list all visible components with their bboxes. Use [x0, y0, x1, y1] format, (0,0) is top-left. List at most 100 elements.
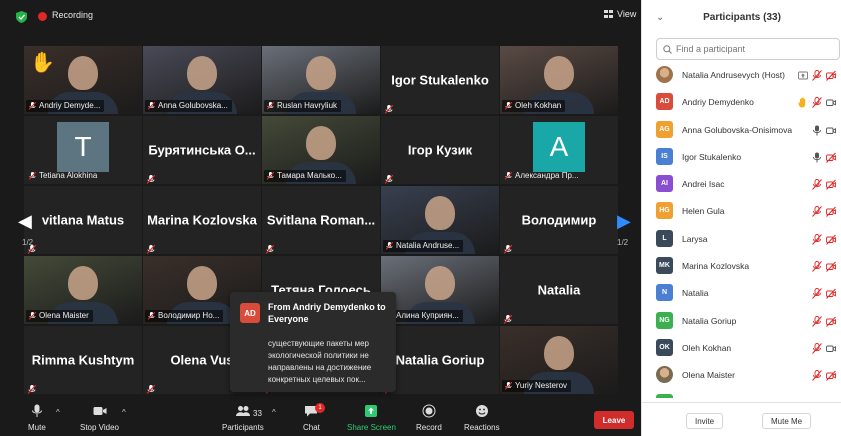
muted-mic-icon: [146, 381, 156, 394]
participant-label: Andriy Demyde...: [26, 100, 105, 112]
chat-message-preview: существующие пакеты мер экологической по…: [268, 339, 372, 384]
participant-row[interactable]: AD Andriy Demydenko: [642, 89, 841, 116]
participant-tile[interactable]: vitlana Matus: [24, 186, 142, 254]
participant-row[interactable]: OH: [642, 390, 841, 398]
recording-dot-icon: [38, 12, 47, 21]
participant-letter-avatar: A: [533, 122, 585, 172]
participant-label: Тамара Малько...: [264, 170, 346, 182]
participant-tile[interactable]: Svitlana Roman...: [262, 186, 380, 254]
participant-search-box[interactable]: [656, 38, 840, 60]
video-off-icon: [826, 396, 836, 398]
video-off-icon: [826, 232, 836, 250]
participant-status-icons: [812, 232, 836, 250]
mute-button[interactable]: Mute: [28, 404, 46, 432]
participant-tile[interactable]: Володимир: [500, 186, 618, 254]
participant-silhouette: [544, 56, 574, 90]
participant-tile[interactable]: Ruslan Havryliuk: [262, 46, 380, 114]
participant-tile[interactable]: Marina Kozlovska: [143, 186, 261, 254]
participant-tile[interactable]: Natalia Goriup: [381, 326, 499, 394]
muted-mic-icon: [28, 171, 37, 180]
mic-muted-icon: [812, 341, 822, 359]
participant-tile[interactable]: Алина Куприян...: [381, 256, 499, 324]
video-off-icon: [826, 259, 836, 277]
participant-initials-avatar: AG: [656, 120, 673, 138]
participant-row[interactable]: IS Igor Stukalenko: [642, 144, 841, 171]
participant-name: Володимир: [521, 212, 597, 228]
chat-label: Chat: [303, 423, 320, 432]
share-screen-button[interactable]: Share Screen: [347, 404, 396, 432]
video-off-icon: [826, 150, 836, 168]
participant-tile[interactable]: Igor Stukalenko: [381, 46, 499, 114]
prev-page-arrow-icon[interactable]: ◀: [18, 211, 32, 232]
muted-mic-icon: [385, 241, 394, 250]
participant-tile[interactable]: ✋ Andriy Demyde...: [24, 46, 142, 114]
mute-me-button[interactable]: Mute Me: [762, 413, 812, 429]
video-options-caret-icon[interactable]: ^: [122, 408, 126, 417]
participant-tile[interactable]: Rimma Kushtym: [24, 326, 142, 394]
shield-icon[interactable]: [16, 11, 27, 23]
participant-row-name: Natalia Andrusevych (Host): [682, 70, 785, 80]
recording-label: Recording: [52, 10, 94, 20]
view-button[interactable]: View: [604, 9, 636, 19]
participant-tile[interactable]: T Tetiana Alokhina: [24, 116, 142, 184]
participant-silhouette: [306, 56, 336, 90]
participant-tile[interactable]: Anna Golubovska...: [143, 46, 261, 114]
muted-mic-icon: [384, 101, 394, 114]
next-page-arrow-icon[interactable]: ▶: [617, 211, 631, 232]
chat-notification[interactable]: AD From Andriy Demydenko to Everyone сущ…: [230, 292, 396, 392]
leave-button[interactable]: Leave: [594, 411, 634, 429]
participant-silhouette: [544, 336, 574, 370]
mic-muted-icon: [812, 68, 822, 86]
participant-tile[interactable]: Oleh Kokhan: [500, 46, 618, 114]
share-screen-label: Share Screen: [347, 423, 396, 432]
participant-status-icons: [812, 368, 836, 386]
participant-tile[interactable]: A Александра Пр...: [500, 116, 618, 184]
participant-row[interactable]: NG Natalia Goriup: [642, 308, 841, 335]
participant-search-input[interactable]: [676, 44, 826, 54]
participant-label: Ruslan Havryliuk: [264, 100, 342, 112]
participant-row[interactable]: Natalia Andrusevych (Host): [642, 62, 841, 89]
participant-initials-avatar: HG: [656, 202, 673, 220]
reactions-button[interactable]: Reactions: [464, 404, 500, 432]
share-screen-icon: [365, 405, 378, 417]
muted-mic-icon: [504, 101, 513, 110]
invite-button[interactable]: Invite: [686, 413, 724, 429]
participant-name: Natalia: [537, 282, 581, 298]
participant-tile[interactable]: Natalia: [500, 256, 618, 324]
participant-row[interactable]: N Natalia: [642, 280, 841, 307]
participant-status-icons: [798, 68, 836, 86]
participant-initials-avatar: IS: [656, 147, 673, 165]
participant-tile[interactable]: Бурятинська О...: [143, 116, 261, 184]
record-button[interactable]: Record: [416, 404, 442, 432]
participant-label-text: Natalia Andruse...: [396, 241, 460, 250]
participants-panel-title: Participants (33): [703, 12, 781, 23]
participant-tile[interactable]: Yuriy Nesterov: [500, 326, 618, 394]
video-off-icon: [826, 68, 836, 86]
participant-row[interactable]: Olena Maister: [642, 362, 841, 389]
participant-name: Rimma Kushtym: [31, 352, 135, 368]
video-off-icon: [826, 368, 836, 386]
participant-photo-avatar: [656, 66, 673, 83]
participants-label: Participants: [222, 423, 264, 432]
stop-video-button[interactable]: Stop Video: [80, 404, 119, 432]
participant-row[interactable]: HG Helen Gula: [642, 198, 841, 225]
participant-tile[interactable]: Olena Maister: [24, 256, 142, 324]
participant-row[interactable]: AI Andrei Isac: [642, 171, 841, 198]
participants-caret-icon[interactable]: ^: [272, 408, 276, 417]
muted-mic-icon: [266, 171, 275, 180]
participant-tile[interactable]: Natalia Andruse...: [381, 186, 499, 254]
participant-tile[interactable]: Ігор Кузик: [381, 116, 499, 184]
participant-row[interactable]: L Larysa: [642, 226, 841, 253]
participant-row[interactable]: OK Oleh Kokhan: [642, 335, 841, 362]
meeting-view: Recording View ✋ Andriy Demyde... Anna Gol…: [0, 0, 641, 436]
participant-tile[interactable]: Тамара Малько...: [262, 116, 380, 184]
audio-options-caret-icon[interactable]: ^: [56, 408, 60, 417]
participant-row[interactable]: MK Marina Kozlovska: [642, 253, 841, 280]
mic-muted-icon: [812, 259, 822, 277]
participant-label: Tetiana Alokhina: [26, 170, 101, 182]
muted-mic-icon: [504, 381, 513, 390]
participant-row[interactable]: AG Anna Golubovska-Onisimova: [642, 117, 841, 144]
participant-silhouette: [187, 56, 217, 90]
muted-mic-icon: [265, 241, 275, 254]
mic-muted-icon: [812, 314, 822, 332]
